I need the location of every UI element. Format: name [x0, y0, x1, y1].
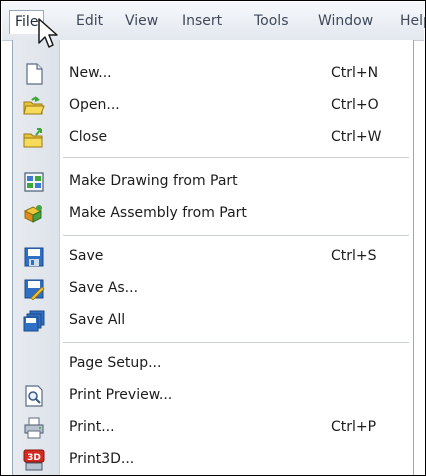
print-icon: [24, 417, 44, 439]
menu-item-label: Print3D...: [69, 451, 135, 467]
menu-separator: [63, 342, 409, 343]
menu-item-label: Open...: [69, 97, 120, 113]
menu-separator: [63, 235, 409, 236]
print3d-icon: 3D: [23, 449, 45, 471]
menu-item-label: Make Assembly from Part: [69, 205, 247, 221]
menu-item-label: Print Preview...: [69, 387, 173, 403]
menu-insert[interactable]: Insert: [182, 2, 222, 40]
save-all-icon: [23, 310, 45, 332]
save-as-icon: [24, 279, 45, 300]
menu-item-label: New...: [69, 65, 112, 81]
menu-item-shortcut: Ctrl+P: [331, 419, 377, 435]
mouse-cursor-icon: [38, 18, 58, 48]
open-folder-icon: [23, 96, 45, 115]
menu-item-label: Close: [69, 129, 108, 145]
file-menu-dropdown: New... Ctrl+N Open... Ctrl+O Close Ctrl+…: [12, 40, 414, 475]
menu-item-open[interactable]: Open... Ctrl+O: [13, 89, 413, 121]
menu-item-shortcut: Ctrl+O: [331, 97, 379, 113]
menu-item-label: Save: [69, 248, 104, 264]
menu-item-label: Print...: [69, 419, 115, 435]
menu-item-save-all[interactable]: Save All: [13, 304, 413, 336]
print-preview-icon: [25, 385, 43, 407]
menu-item-page-setup[interactable]: Page Setup...: [13, 347, 413, 379]
menu-window[interactable]: Window: [318, 2, 373, 40]
menu-item-save[interactable]: Save Ctrl+S: [13, 240, 413, 272]
menu-item-make-drawing[interactable]: Make Drawing from Part: [13, 165, 413, 197]
close-folder-icon: [23, 128, 43, 148]
menu-item-new[interactable]: New... Ctrl+N: [13, 57, 413, 89]
menu-bar: File Edit View Insert Tools Window Help: [2, 2, 425, 41]
application-frame: File Edit View Insert Tools Window Help …: [0, 0, 426, 476]
menu-separator: [63, 157, 409, 158]
menu-help[interactable]: Help: [400, 2, 425, 40]
make-assembly-icon: [23, 205, 43, 223]
menu-item-label: Save As...: [69, 280, 139, 296]
make-drawing-icon: [24, 172, 44, 192]
svg-text:3D: 3D: [27, 453, 41, 463]
save-icon: [24, 247, 44, 267]
menu-item-close[interactable]: Close Ctrl+W: [13, 121, 413, 153]
menu-item-label: Make Drawing from Part: [69, 173, 238, 189]
menu-tools[interactable]: Tools: [254, 2, 289, 40]
menu-item-shortcut: Ctrl+W: [331, 129, 382, 145]
menu-item-save-as[interactable]: Save As...: [13, 272, 413, 304]
menu-item-label: Page Setup...: [69, 355, 162, 371]
menu-item-print3d[interactable]: 3D Print3D...: [13, 443, 413, 475]
menu-edit[interactable]: Edit: [76, 2, 103, 40]
menu-item-make-assembly[interactable]: Make Assembly from Part: [13, 197, 413, 229]
menu-item-print[interactable]: Print... Ctrl+P: [13, 411, 413, 443]
menu-item-shortcut: Ctrl+N: [331, 65, 379, 81]
menu-item-label: Save All: [69, 312, 126, 328]
menu-view[interactable]: View: [125, 2, 158, 40]
menu-item-shortcut: Ctrl+S: [331, 248, 377, 264]
menu-item-print-preview[interactable]: Print Preview...: [13, 379, 413, 411]
new-document-icon: [26, 63, 43, 85]
